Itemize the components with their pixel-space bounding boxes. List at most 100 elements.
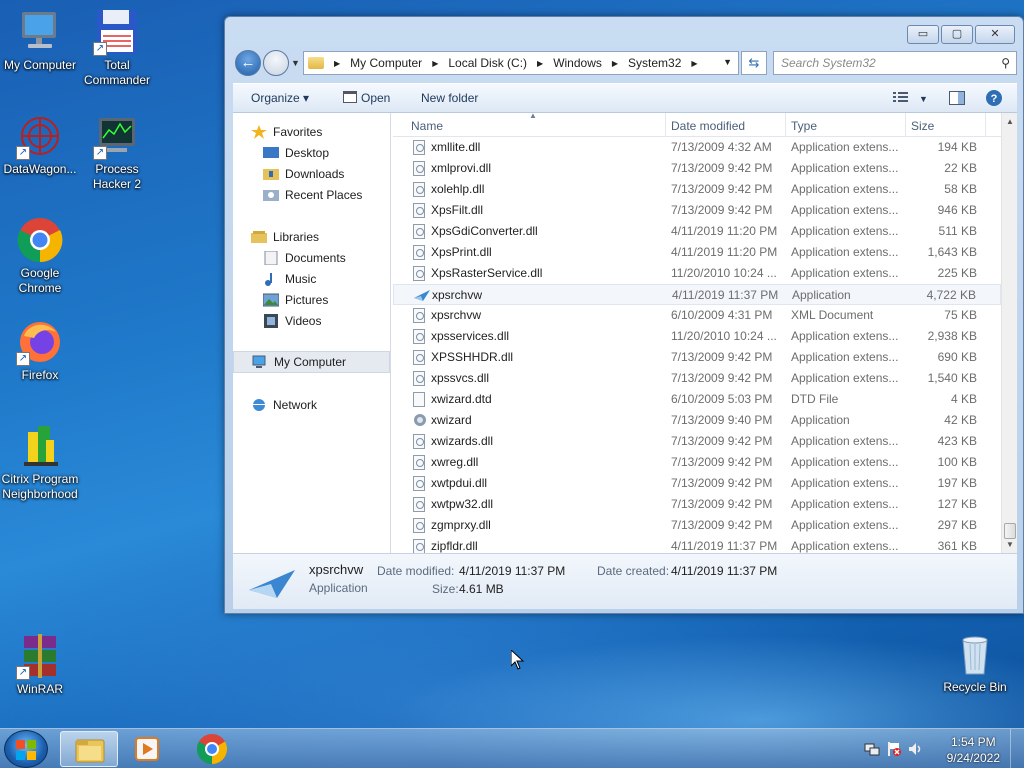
- column-divider[interactable]: [785, 113, 786, 137]
- address-dropdown-icon[interactable]: ▼: [723, 57, 732, 67]
- help-button[interactable]: ?: [985, 89, 1003, 110]
- breadcrumb-system32[interactable]: System32: [628, 56, 681, 70]
- address-bar[interactable]: ▶ My Computer ▶ Local Disk (C:) ▶ Window…: [303, 51, 739, 75]
- chevron-right-icon[interactable]: ▶: [334, 59, 340, 68]
- details-size: 4.61 MB: [459, 582, 504, 596]
- volume-icon[interactable]: [908, 741, 924, 760]
- column-divider[interactable]: [665, 113, 666, 137]
- desktop-icon-process-hacker[interactable]: ↗ Process Hacker 2: [77, 112, 157, 192]
- table-row[interactable]: xmlprovi.dll 7/13/2009 9:42 PM Application…: [393, 158, 1001, 179]
- search-icon[interactable]: ⚲: [1001, 52, 1010, 74]
- taskbar-clock[interactable]: 1:54 PM 9/24/2022: [947, 734, 1000, 766]
- column-header-type[interactable]: Type: [791, 119, 817, 133]
- table-row[interactable]: xwizard.dtd 6/10/2009 5:03 PM DTD File 4 KB: [393, 389, 1001, 410]
- column-header-name[interactable]: Name: [411, 119, 443, 133]
- chevron-right-icon[interactable]: ▶: [537, 59, 543, 68]
- minimize-button[interactable]: ▭: [907, 25, 939, 44]
- scroll-down-icon[interactable]: ▼: [1006, 540, 1014, 549]
- refresh-button[interactable]: ⇆: [741, 51, 767, 75]
- change-view-button[interactable]: [893, 91, 909, 106]
- command-bar: Organize ▾ Open New folder ▼ ?: [233, 83, 1017, 113]
- file-name: xwizards.dll: [431, 434, 494, 448]
- column-divider[interactable]: [985, 113, 986, 137]
- nav-music[interactable]: Music: [263, 272, 316, 286]
- table-row[interactable]: xwreg.dll 7/13/2009 9:42 PM Application ex…: [393, 452, 1001, 473]
- nav-label: Network: [273, 398, 318, 412]
- maximize-button[interactable]: ▢: [941, 25, 973, 44]
- table-row[interactable]: XpsGdiConverter.dll 4/11/2019 11:20 PM App…: [393, 221, 1001, 242]
- table-row[interactable]: xwizards.dll 7/13/2009 9:42 PM Application…: [393, 431, 1001, 452]
- search-input[interactable]: Search System32 ⚲: [773, 51, 1017, 75]
- breadcrumb-windows[interactable]: Windows: [553, 56, 602, 70]
- chevron-right-icon[interactable]: ▶: [432, 59, 438, 68]
- close-button[interactable]: ✕: [975, 25, 1015, 44]
- nav-libraries[interactable]: Libraries: [251, 230, 319, 244]
- nav-pictures[interactable]: Pictures: [262, 293, 328, 307]
- nav-desktop[interactable]: Desktop: [263, 146, 329, 160]
- nav-my-computer[interactable]: My Computer: [233, 351, 390, 373]
- recent-pages-dropdown[interactable]: ▼: [291, 58, 300, 68]
- forward-button[interactable]: [263, 50, 289, 76]
- breadcrumb-local-disk[interactable]: Local Disk (C:): [448, 56, 527, 70]
- table-row[interactable]: xpssvcs.dll 7/13/2009 9:42 PM Application …: [393, 368, 1001, 389]
- open-button[interactable]: Open: [343, 91, 390, 106]
- table-row[interactable]: xpsrchvw 6/10/2009 4:31 PM XML Document 75 …: [393, 305, 1001, 326]
- breadcrumb-my-computer[interactable]: My Computer: [350, 56, 422, 70]
- nav-documents[interactable]: Documents: [263, 250, 346, 266]
- nav-downloads[interactable]: Downloads: [263, 167, 344, 181]
- taskbar-media-player[interactable]: [118, 731, 176, 767]
- xps-viewer-large-icon: [249, 566, 297, 600]
- file-date: 7/13/2009 9:42 PM: [671, 518, 773, 532]
- network-icon[interactable]: [864, 741, 880, 760]
- nav-videos[interactable]: Videos: [263, 314, 321, 328]
- column-header-size[interactable]: Size: [911, 119, 934, 133]
- dll-file-icon: [413, 161, 425, 176]
- table-row[interactable]: XpsFilt.dll 7/13/2009 9:42 PM Application …: [393, 200, 1001, 221]
- back-button[interactable]: ←: [235, 50, 261, 76]
- file-type: Application extens...: [791, 266, 899, 280]
- table-row-hovered[interactable]: xpsrchvw 4/11/2019 11:37 PM Application 4,7…: [393, 284, 1001, 305]
- table-row[interactable]: XPSSHHDR.dll 7/13/2009 9:42 PM Application…: [393, 347, 1001, 368]
- column-header-date[interactable]: Date modified: [671, 119, 745, 133]
- table-row[interactable]: xmllite.dll 7/13/2009 4:32 AM Application …: [393, 137, 1001, 158]
- table-row[interactable]: xwtpw32.dll 7/13/2009 9:42 PM Application …: [393, 494, 1001, 515]
- file-size: 42 KB: [944, 413, 977, 427]
- desktop-icon-recycle-bin[interactable]: Recycle Bin: [935, 630, 1015, 695]
- table-row[interactable]: xpsservices.dll 11/20/2010 10:24 ... Appli…: [393, 326, 1001, 347]
- preview-pane-button[interactable]: [949, 91, 965, 108]
- desktop-icon-google-chrome[interactable]: Google Chrome: [0, 216, 80, 296]
- table-row[interactable]: XpsRasterService.dll 11/20/2010 10:24 ...…: [393, 263, 1001, 284]
- desktop-icon-label: Google Chrome: [18, 266, 62, 295]
- desktop-icon-total-commander[interactable]: ↗ Total Commander: [77, 8, 157, 88]
- organize-button[interactable]: Organize ▾: [251, 91, 309, 105]
- new-folder-button[interactable]: New folder: [421, 91, 478, 105]
- scroll-up-icon[interactable]: ▲: [1006, 117, 1014, 126]
- desktop-icon-my-computer[interactable]: My Computer: [0, 8, 80, 73]
- desktop-icon-firefox[interactable]: ↗ Firefox: [0, 318, 80, 383]
- desktop-icon-citrix[interactable]: Citrix Program Neighborhood: [0, 422, 80, 502]
- taskbar-chrome[interactable]: [183, 731, 241, 767]
- vertical-scrollbar[interactable]: ▲ ▼: [1001, 113, 1017, 553]
- action-center-flag-icon[interactable]: [886, 741, 902, 760]
- help-icon: ?: [986, 90, 1002, 106]
- nav-favorites[interactable]: Favorites: [251, 125, 322, 139]
- column-divider[interactable]: [905, 113, 906, 137]
- start-button[interactable]: [4, 730, 48, 768]
- chevron-right-icon[interactable]: ▶: [612, 59, 618, 68]
- view-dropdown-icon[interactable]: ▼: [919, 94, 928, 104]
- table-row[interactable]: xwtpdui.dll 7/13/2009 9:42 PM Application …: [393, 473, 1001, 494]
- table-row[interactable]: xolehlp.dll 7/13/2009 9:42 PM Application …: [393, 179, 1001, 200]
- scrollbar-thumb[interactable]: [1004, 523, 1016, 539]
- desktop-icon-datawagon[interactable]: ↗ DataWagon...: [0, 112, 80, 177]
- taskbar-explorer[interactable]: [60, 731, 118, 767]
- table-row[interactable]: zgmprxy.dll 7/13/2009 9:42 PM Application …: [393, 515, 1001, 536]
- table-row[interactable]: XpsPrint.dll 4/11/2019 11:20 PM Applicatio…: [393, 242, 1001, 263]
- show-desktop-button[interactable]: [1010, 729, 1024, 768]
- recycle-bin-icon: [951, 630, 999, 678]
- nav-network[interactable]: Network: [251, 398, 317, 412]
- file-type: Application extens...: [791, 350, 899, 364]
- table-row[interactable]: xwizard 7/13/2009 9:40 PM Application 42 KB: [393, 410, 1001, 431]
- nav-recent-places[interactable]: Recent Places: [263, 188, 362, 202]
- desktop-icon-winrar[interactable]: ↗ WinRAR: [0, 632, 80, 697]
- chevron-right-icon[interactable]: ▶: [691, 59, 697, 68]
